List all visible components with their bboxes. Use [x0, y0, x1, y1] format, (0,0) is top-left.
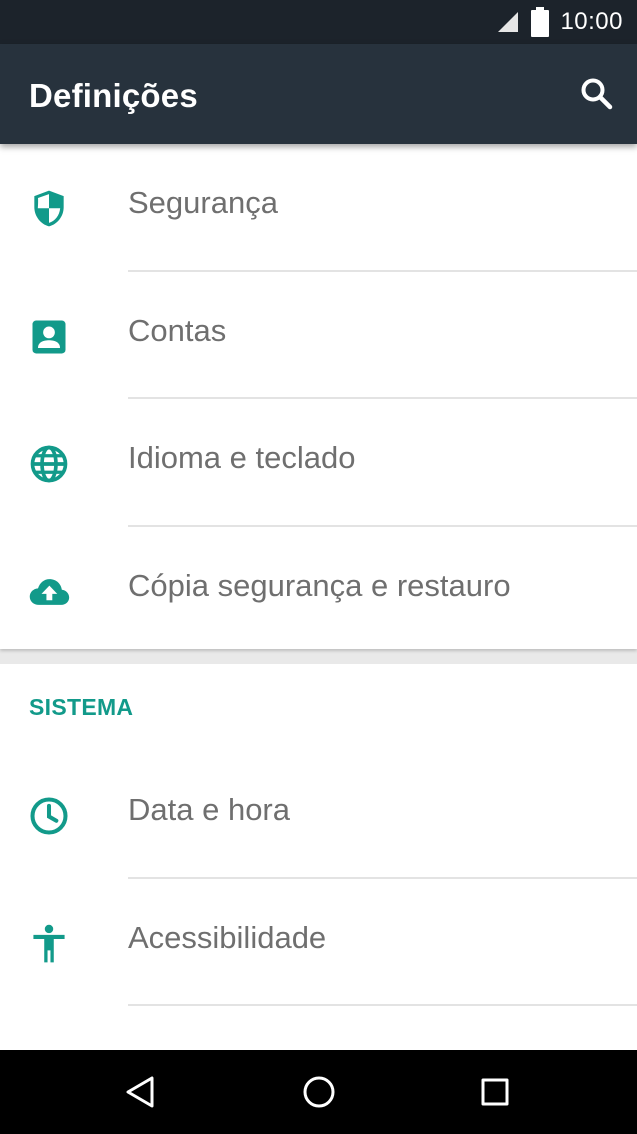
status-time: 10:00: [560, 8, 623, 35]
search-button[interactable]: [577, 74, 617, 114]
system-settings-list: SISTEMA Data e hora Acessibilidade: [0, 664, 637, 1050]
settings-item-accounts[interactable]: Contas: [0, 272, 637, 399]
settings-item-label: Contas: [128, 312, 227, 348]
settings-item-language[interactable]: Idioma e teclado: [0, 399, 637, 527]
settings-item-label: Data e hora: [128, 792, 290, 827]
section-header-label: SISTEMA: [29, 694, 134, 720]
recents-button[interactable]: [473, 1072, 517, 1112]
section-header: SISTEMA: [0, 664, 637, 751]
settings-item-date-time[interactable]: Data e hora: [0, 751, 637, 879]
globe-icon: [30, 445, 68, 483]
divider: [128, 1004, 637, 1006]
clock-icon: [30, 797, 68, 835]
back-icon[interactable]: [119, 1072, 163, 1112]
settings-item-label: Segurança: [128, 185, 278, 220]
home-icon[interactable]: [297, 1072, 341, 1112]
cloud-upload-icon: [29, 578, 70, 605]
settings-item-label: Acessibilidade: [128, 919, 327, 955]
settings-item-label: Cópia segurança e restauro: [128, 567, 511, 603]
settings-item-security[interactable]: Segurança: [0, 144, 637, 272]
recents-icon[interactable]: [473, 1072, 517, 1112]
search-icon[interactable]: [577, 74, 617, 114]
settings-item-backup[interactable]: Cópia segurança e restauro: [0, 527, 637, 655]
status-icons: 10:00: [496, 6, 623, 38]
navigation-bar: [0, 1050, 637, 1134]
shield-icon: [34, 190, 64, 227]
signal-icon: [498, 12, 519, 32]
home-button[interactable]: [297, 1072, 341, 1112]
settings-item-label: Idioma e teclado: [128, 440, 356, 475]
status-bar: 10:00: [0, 0, 637, 44]
account-box-icon: [32, 320, 66, 353]
accessibility-icon: [33, 924, 65, 962]
settings-item-accessibility[interactable]: Acessibilidade: [0, 879, 637, 1006]
back-button[interactable]: [119, 1072, 163, 1112]
battery-icon: [531, 7, 550, 37]
page-title: Definições: [29, 77, 198, 114]
app-bar: Definições: [0, 44, 637, 144]
personal-settings-list: Segurança Contas Idioma e teclado Cópia …: [0, 144, 637, 649]
